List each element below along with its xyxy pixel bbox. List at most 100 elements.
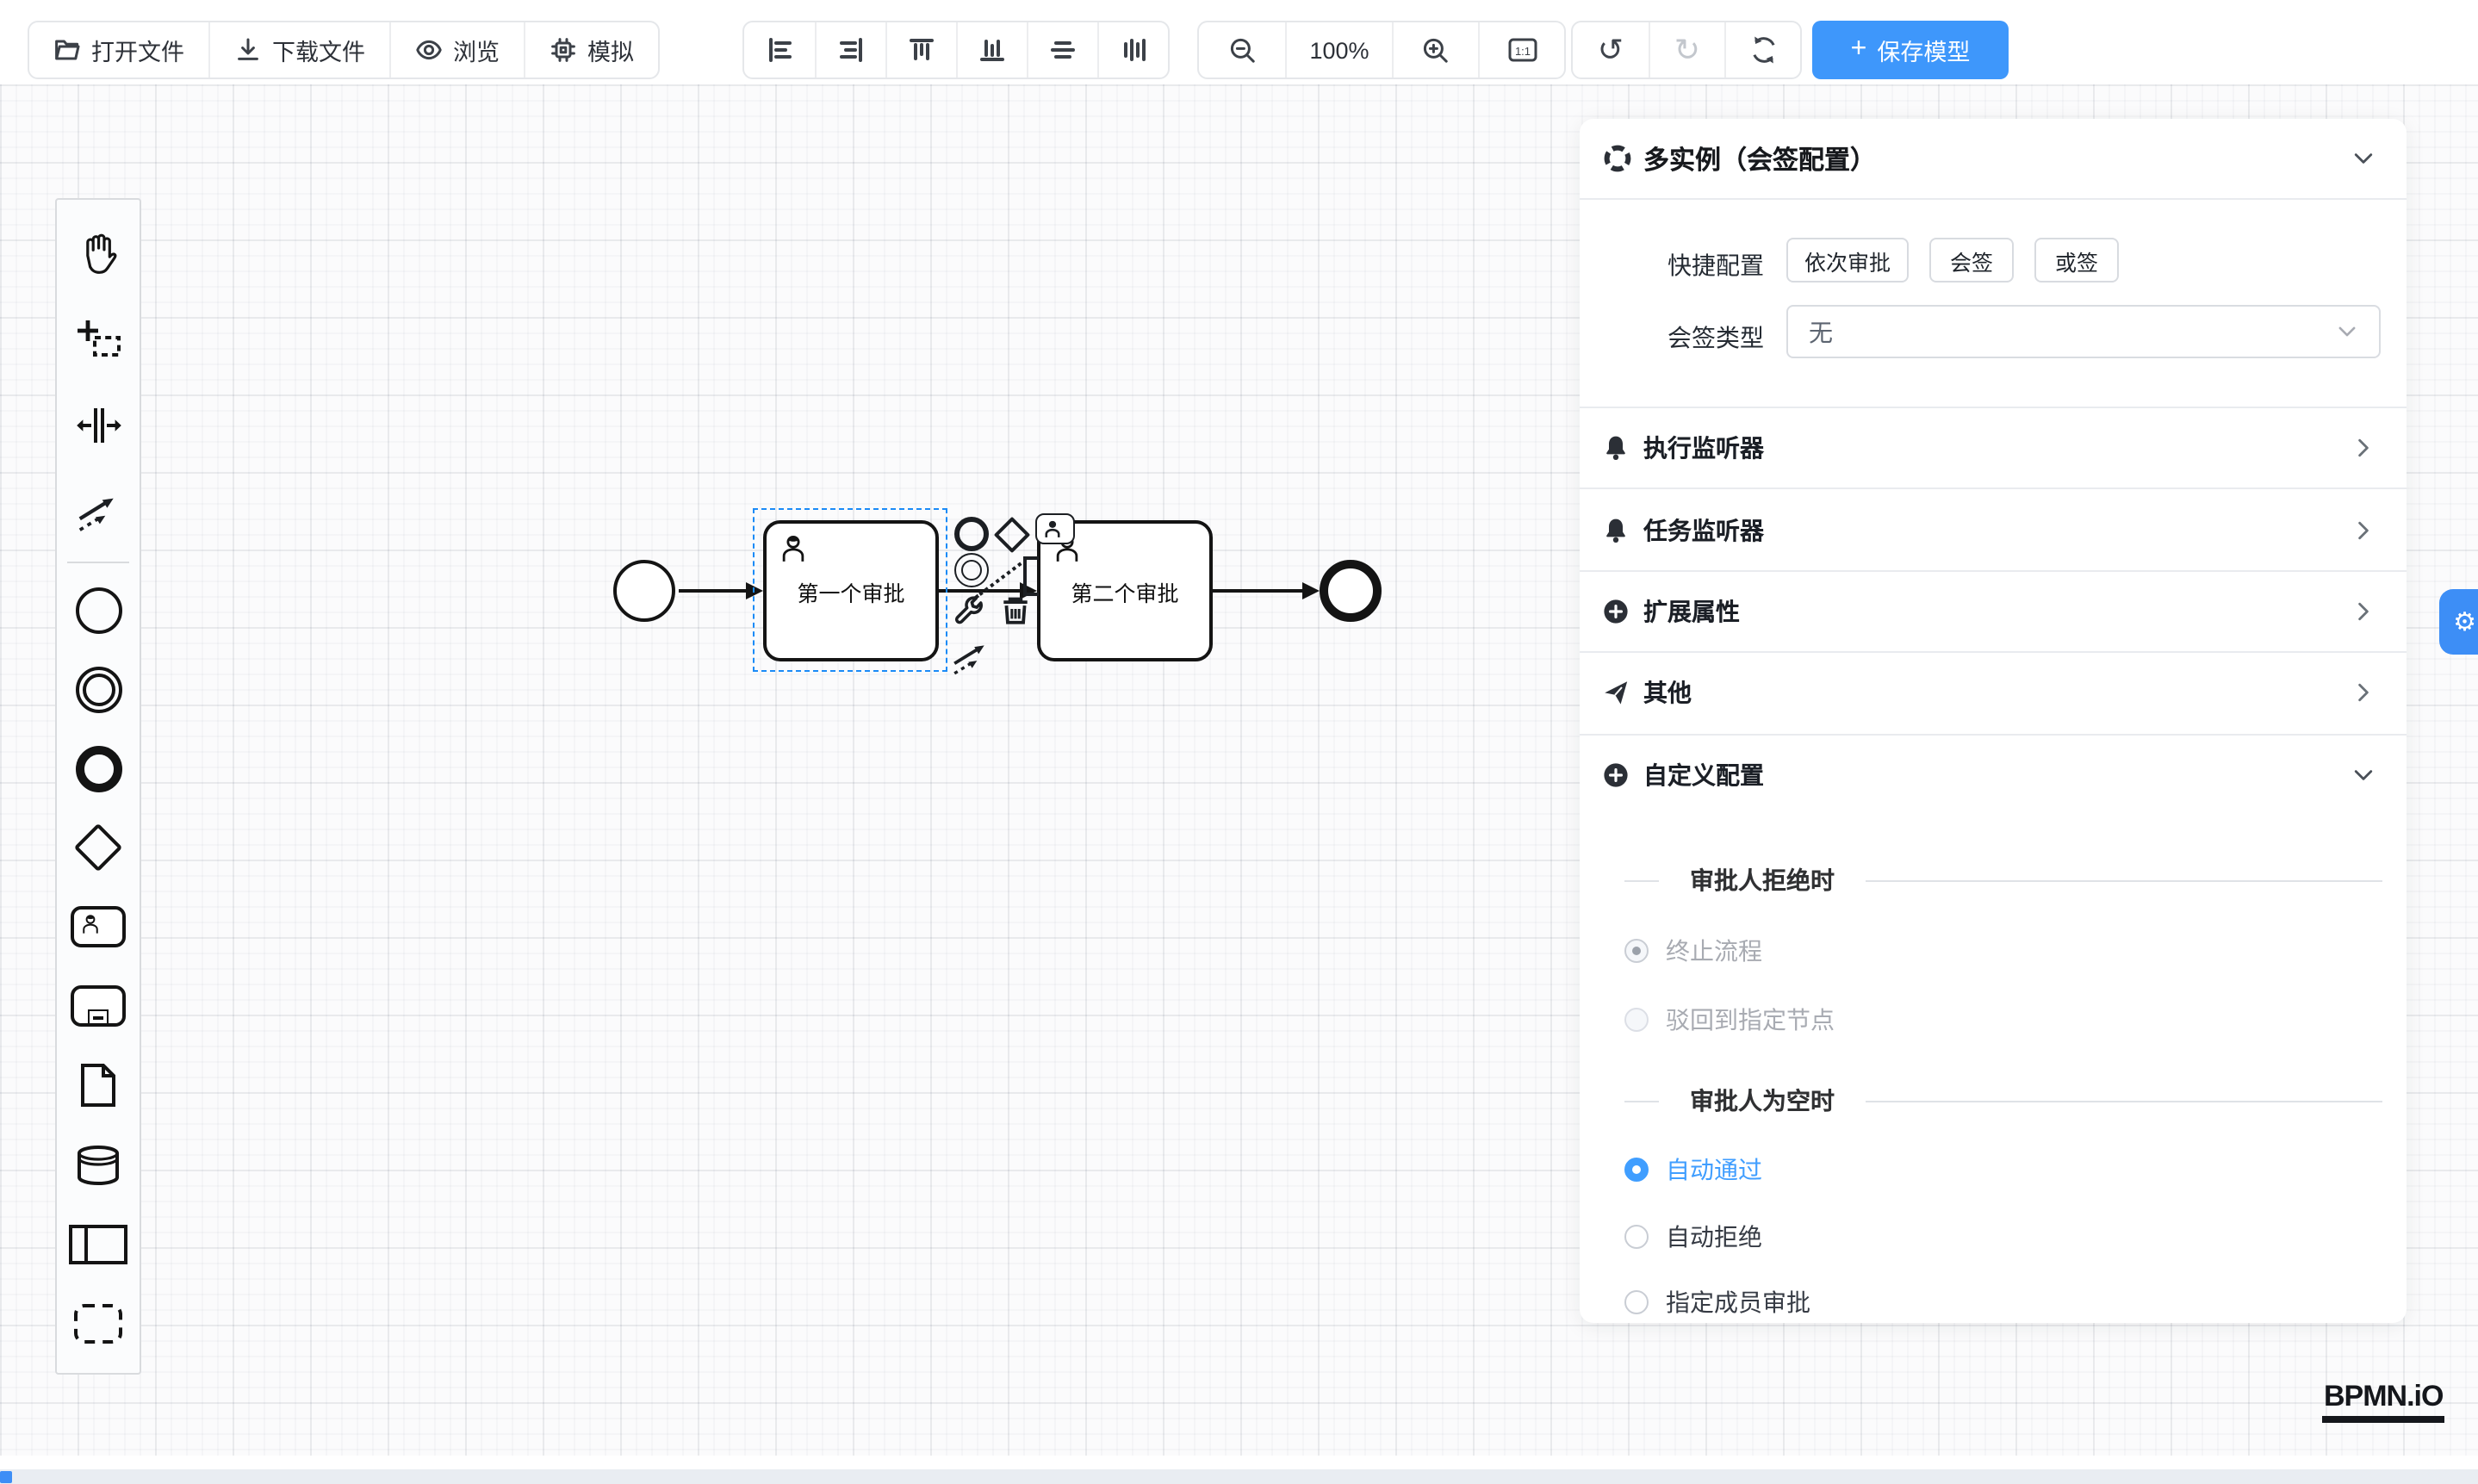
- data-store-icon: [76, 1145, 121, 1184]
- empty-group-divider: 审批人为空时: [1580, 1084, 2407, 1118]
- download-file-button[interactable]: 下载文件: [208, 22, 389, 78]
- section-label: 自定义配置: [1643, 758, 2351, 792]
- section-execution-listener[interactable]: 执行监听器: [1580, 407, 2407, 488]
- quick-option-orsign-button[interactable]: 或签: [2034, 238, 2119, 283]
- change-type-button[interactable]: [953, 596, 985, 636]
- radio-unchecked-icon[interactable]: [1624, 1290, 1649, 1314]
- lasso-tool[interactable]: [57, 296, 140, 382]
- connect-arrows-icon: [951, 639, 991, 675]
- palette-end-event[interactable]: [57, 729, 140, 808]
- radio-auto-reject[interactable]: 自动拒绝: [1624, 1220, 1762, 1254]
- append-end-event-button[interactable]: [954, 517, 989, 551]
- sequence-flow-3[interactable]: [1213, 589, 1302, 593]
- sign-type-select[interactable]: 无: [1786, 305, 2381, 358]
- reject-group-title: 审批人拒绝时: [1690, 863, 1835, 897]
- svg-text:1:1: 1:1: [1514, 45, 1530, 58]
- chevron-right-icon: [2351, 518, 2376, 542]
- save-model-button[interactable]: + 保存模型: [1812, 21, 2009, 79]
- hand-tool[interactable]: [57, 210, 140, 296]
- open-file-button[interactable]: 打开文件: [29, 22, 208, 78]
- plus-icon: +: [1851, 36, 1867, 64]
- file-button-group: 打开文件 下载文件 浏览 模拟: [28, 21, 660, 79]
- task-2-label: 第二个审批: [1071, 574, 1178, 607]
- refresh-button[interactable]: [1724, 22, 1800, 78]
- eye-icon: [415, 36, 443, 64]
- section-custom-config[interactable]: 自定义配置: [1580, 733, 2407, 815]
- simulate-button[interactable]: 模拟: [524, 22, 658, 78]
- end-event-node[interactable]: [1320, 560, 1382, 622]
- space-tool[interactable]: [57, 382, 140, 469]
- align-bottom-button[interactable]: [956, 22, 1027, 78]
- preview-label: 浏览: [453, 33, 500, 67]
- align-center-horizontal-button[interactable]: [1027, 22, 1097, 78]
- start-event-node[interactable]: [613, 560, 675, 622]
- align-bottom-icon: [978, 36, 1006, 64]
- gateway-icon: [74, 823, 123, 872]
- section-other[interactable]: 其他: [1580, 651, 2407, 733]
- section-task-listener[interactable]: 任务监听器: [1580, 488, 2407, 570]
- global-connect-tool[interactable]: [57, 469, 140, 555]
- wrench-icon: [953, 596, 985, 627]
- align-top-icon: [908, 36, 935, 64]
- delete-button[interactable]: [999, 594, 1032, 634]
- trash-icon: [999, 594, 1032, 625]
- bell-icon: [1602, 434, 1630, 462]
- palette-gateway[interactable]: [57, 808, 140, 887]
- section-extension-properties[interactable]: 扩展属性: [1580, 570, 2407, 652]
- history-button-group: ↺ ↻: [1571, 21, 1802, 79]
- append-user-task-button[interactable]: [1035, 513, 1075, 544]
- palette-participant[interactable]: [57, 1204, 140, 1283]
- quick-option-countersign-button[interactable]: 会签: [1929, 238, 2014, 283]
- align-top-button[interactable]: [885, 22, 956, 78]
- radio-auto-pass[interactable]: 自动通过: [1624, 1152, 1762, 1187]
- app-root: 打开文件 下载文件 浏览 模拟 100%: [0, 0, 2478, 1484]
- sequence-flow-1[interactable]: [679, 589, 746, 593]
- append-text-annotation-button[interactable]: [1023, 556, 1039, 596]
- chevron-down-icon[interactable]: [2351, 146, 2376, 171]
- align-button-group: [742, 21, 1170, 79]
- palette-subprocess[interactable]: [57, 966, 140, 1046]
- align-middle-vertical-button[interactable]: [1097, 22, 1168, 78]
- participant-icon: [69, 1224, 127, 1264]
- radio-checked-disabled-icon: [1624, 939, 1649, 963]
- quick-option-sequential-button[interactable]: 依次审批: [1786, 238, 1909, 283]
- connect-tool-button[interactable]: [951, 639, 991, 684]
- align-right-button[interactable]: [815, 22, 885, 78]
- preview-button[interactable]: 浏览: [389, 22, 524, 78]
- zoom-in-button[interactable]: [1392, 22, 1478, 78]
- radio-unchecked-icon[interactable]: [1624, 1225, 1649, 1249]
- palette-data-object[interactable]: [57, 1046, 140, 1125]
- palette-intermediate-event[interactable]: [57, 649, 140, 729]
- palette-data-store[interactable]: [57, 1125, 140, 1204]
- section-label: 执行监听器: [1643, 431, 2351, 465]
- user-task-icon: [71, 906, 126, 947]
- send-icon: [1602, 680, 1630, 707]
- palette-group[interactable]: [57, 1283, 140, 1363]
- align-left-button[interactable]: [744, 22, 815, 78]
- zoom-in-icon: [1421, 35, 1450, 65]
- palette-user-task[interactable]: [57, 887, 140, 966]
- panel-header[interactable]: 多实例（会签配置）: [1580, 119, 2407, 198]
- undo-button[interactable]: ↺: [1573, 22, 1649, 78]
- undo-icon: ↺: [1598, 34, 1624, 65]
- radio-label: 自动拒绝: [1666, 1220, 1762, 1254]
- radio-assign-member[interactable]: 指定成员审批: [1624, 1285, 1810, 1319]
- bpmn-palette: [55, 198, 141, 1375]
- reset-zoom-button[interactable]: 1:1: [1478, 22, 1564, 78]
- settings-side-tab[interactable]: ⚙: [2438, 589, 2478, 655]
- append-intermediate-event-button[interactable]: [954, 553, 989, 587]
- zoom-out-button[interactable]: [1199, 22, 1285, 78]
- zoom-button-group: 100% 1:1: [1197, 21, 1566, 79]
- redo-button[interactable]: ↻: [1649, 22, 1724, 78]
- append-gateway-button[interactable]: [994, 517, 1030, 553]
- section-label: 扩展属性: [1643, 594, 2351, 629]
- user-task-node-1[interactable]: 第一个审批: [763, 520, 939, 661]
- download-file-label: 下载文件: [272, 33, 365, 67]
- radio-checked-icon[interactable]: [1624, 1158, 1649, 1182]
- bpmn-io-logo[interactable]: BPMN.iO: [2322, 1380, 2444, 1423]
- redo-icon: ↻: [1674, 34, 1700, 65]
- empty-group-title: 审批人为空时: [1690, 1084, 1835, 1118]
- download-icon: [234, 36, 262, 64]
- palette-start-event[interactable]: [57, 570, 140, 649]
- section-label: 任务监听器: [1643, 512, 2351, 547]
